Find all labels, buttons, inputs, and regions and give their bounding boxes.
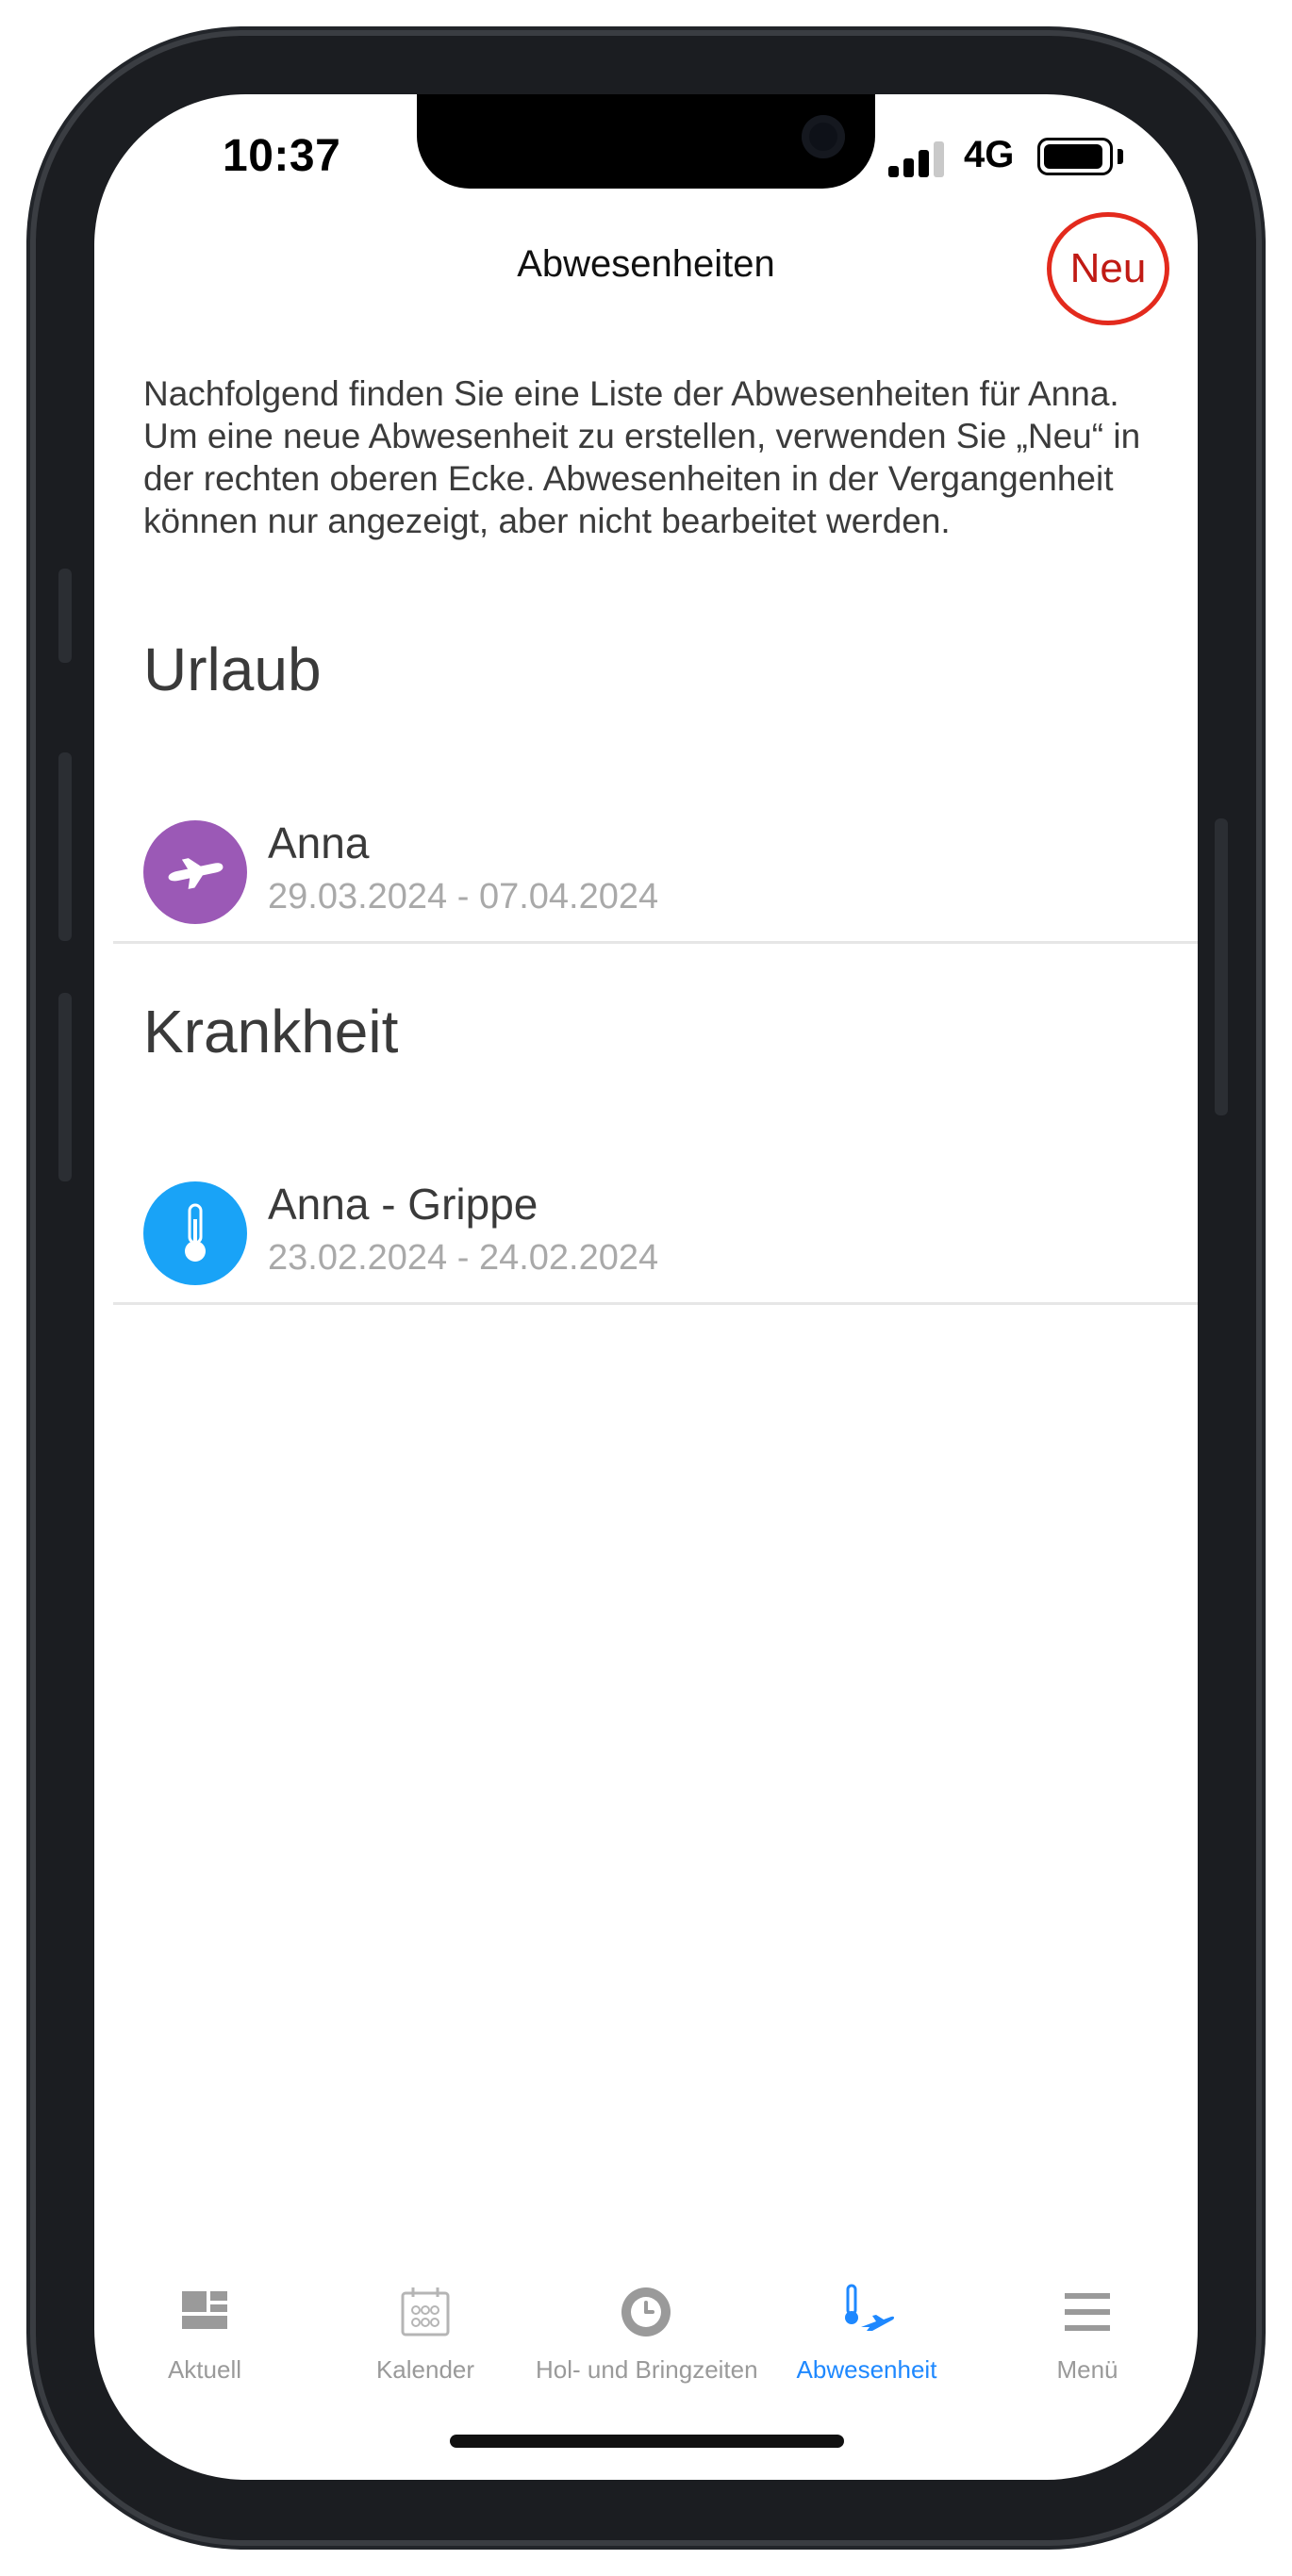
absence-dates: 29.03.2024 - 07.04.2024: [268, 877, 659, 916]
absence-dates: 23.02.2024 - 24.02.2024: [268, 1238, 659, 1278]
tab-menue[interactable]: Menü: [977, 2263, 1198, 2404]
home-indicator[interactable]: [450, 2435, 844, 2448]
battery-icon: [1037, 138, 1113, 175]
tab-label: Abwesenheit: [796, 2355, 937, 2384]
status-time: 10:37: [223, 131, 341, 181]
tab-label: Hol- und Bringzeiten: [536, 2355, 758, 2384]
tab-bar: Aktuell Kalender Hol- und Bringzeiten Ab…: [94, 2263, 1198, 2404]
volume-up-button: [58, 752, 72, 941]
menu-icon: [1065, 2293, 1110, 2331]
absence-title: Anna - Grippe: [268, 1180, 538, 1229]
thermometer-icon: [143, 1181, 247, 1285]
camera-icon: [802, 115, 845, 158]
tab-aktuell[interactable]: Aktuell: [94, 2263, 315, 2404]
silent-switch: [58, 569, 72, 663]
power-button: [1215, 818, 1228, 1115]
tab-abwesenheit[interactable]: Abwesenheit: [756, 2263, 977, 2404]
tab-label: Kalender: [375, 2355, 475, 2384]
network-type: 4G: [964, 134, 1015, 175]
section-title-urlaub: Urlaub: [143, 636, 322, 703]
section-title-krankheit: Krankheit: [143, 998, 399, 1065]
absence-icon: [845, 2284, 895, 2331]
screen: 10:37 4G Abwesenheiten Neu Nachfolgend f…: [94, 94, 1198, 2480]
volume-down-button: [58, 993, 72, 1181]
divider: [113, 1302, 1198, 1305]
tab-hol-und-bringzeiten[interactable]: Hol- und Bringzeiten: [536, 2263, 758, 2404]
absence-row-vacation[interactable]: Anna 29.03.2024 - 07.04.2024: [94, 797, 1198, 985]
tab-kalender[interactable]: Kalender: [315, 2263, 536, 2404]
dashboard-icon: [182, 2291, 227, 2329]
new-absence-button[interactable]: Neu: [1047, 212, 1169, 325]
intro-text: Nachfolgend finden Sie eine Liste der Ab…: [143, 374, 1141, 540]
signal-icon: [888, 141, 947, 177]
airplane-icon: [143, 820, 247, 924]
battery-cap: [1118, 149, 1123, 164]
clock-icon: [621, 2287, 671, 2337]
notch: [417, 94, 875, 189]
divider: [113, 941, 1198, 944]
tab-label: Menü: [1056, 2355, 1118, 2384]
absence-row-sickness[interactable]: Anna - Grippe 23.02.2024 - 24.02.2024: [94, 1158, 1198, 1346]
page-title: Abwesenheiten: [517, 243, 775, 285]
absence-title: Anna: [268, 818, 370, 867]
calendar-icon: [401, 2287, 450, 2337]
tab-label: Aktuell: [167, 2355, 242, 2384]
